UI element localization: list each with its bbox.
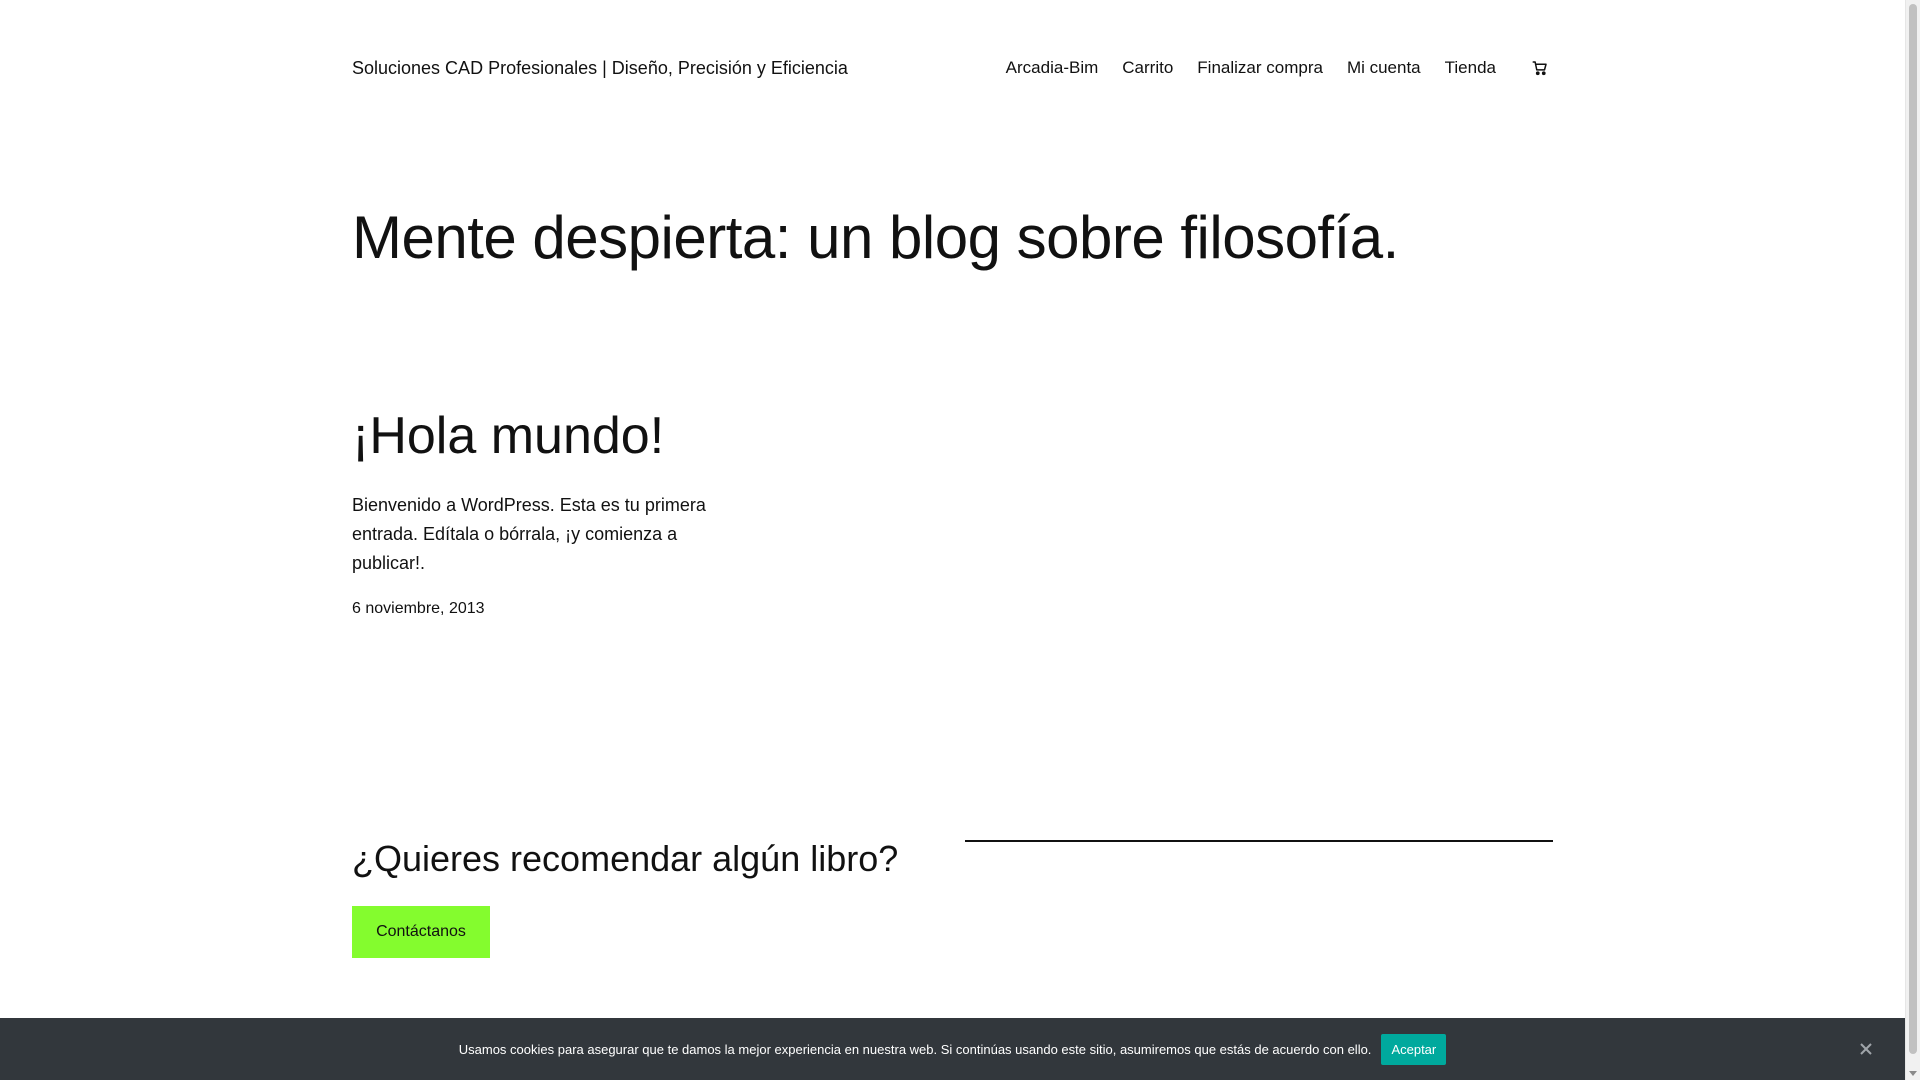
scrollbar[interactable] xyxy=(1905,0,1920,1080)
accept-cookies-button[interactable]: Aceptar xyxy=(1381,1033,1447,1065)
nav-item-arcadia-bim[interactable]: Arcadia-Bim xyxy=(1006,58,1099,78)
cookie-notice-text: Usamos cookies para asegurar que te damo… xyxy=(458,1041,1372,1057)
cookie-close-button[interactable] xyxy=(1859,1042,1873,1056)
cart-icon xyxy=(1532,61,1547,76)
separator xyxy=(965,840,1553,842)
site-header: Soluciones CAD Profesionales | Diseño, P… xyxy=(352,50,1552,86)
nav-item-finalizar-compra[interactable]: Finalizar compra xyxy=(1197,58,1323,78)
page: Soluciones CAD Profesionales | Diseño, P… xyxy=(0,0,1905,1080)
nav-item-carrito[interactable]: Carrito xyxy=(1122,58,1173,78)
cta-section: ¿Quieres recomendar algún libro? Contáct… xyxy=(352,838,1553,958)
cta-heading: ¿Quieres recomendar algún libro? xyxy=(352,838,899,879)
nav-item-mi-cuenta[interactable]: Mi cuenta xyxy=(1347,58,1421,78)
nav-item-tienda[interactable]: Tienda xyxy=(1445,58,1496,78)
cookie-notice: Usamos cookies para asegurar que te damo… xyxy=(0,1018,1905,1080)
site-title[interactable]: Soluciones CAD Profesionales | Diseño, P… xyxy=(352,58,848,79)
cart-button[interactable] xyxy=(1528,56,1552,80)
post-card: ¡Hola mundo! Bienvenido a WordPress. Est… xyxy=(352,407,722,618)
scroll-down-icon[interactable] xyxy=(1909,1071,1917,1076)
post-date: 6 noviembre, 2013 xyxy=(352,600,485,618)
post-title[interactable]: ¡Hola mundo! xyxy=(352,407,722,465)
contact-button[interactable]: Contáctanos xyxy=(352,906,490,958)
scrollbar-thumb[interactable] xyxy=(1909,4,1917,1054)
main-nav: Arcadia-Bim Carrito Finalizar compra Mi … xyxy=(1006,56,1552,80)
page-title: Mente despierta: un blog sobre filosofía… xyxy=(352,204,1399,271)
close-icon xyxy=(1860,1043,1872,1055)
post-excerpt: Bienvenido a WordPress. Esta es tu prime… xyxy=(352,495,706,574)
